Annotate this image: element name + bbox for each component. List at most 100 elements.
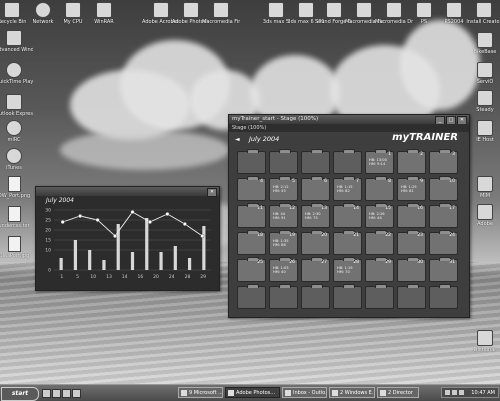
desktop-icon[interactable]: DW_Port.png bbox=[0, 176, 33, 199]
taskbar-button[interactable]: Adobe Photos... bbox=[225, 387, 280, 398]
y-tick-label: 20 bbox=[45, 228, 51, 234]
calendar-day-cell[interactable] bbox=[301, 149, 330, 174]
day-number: 21 bbox=[353, 233, 359, 238]
calendar-day-cell[interactable]: 9 HB: 1:29 HM: 81 bbox=[397, 176, 426, 201]
calendar-day-cell[interactable]: 13 HB: 2:30 HM: 75 bbox=[301, 203, 330, 228]
desktop-icon[interactable]: ServiO bbox=[466, 62, 500, 85]
quicklaunch-ie-icon[interactable] bbox=[52, 389, 61, 398]
close-button[interactable]: ✕ bbox=[207, 188, 217, 197]
calendar-day-cell[interactable] bbox=[397, 284, 426, 309]
desktop-icon[interactable]: QuickTime Player bbox=[0, 62, 33, 85]
quicklaunch-desktop-icon[interactable] bbox=[42, 389, 51, 398]
calendar-day-cell[interactable] bbox=[237, 149, 266, 174]
calendar-day-cell[interactable] bbox=[365, 284, 394, 309]
calendar-day-cell[interactable]: 28 HB: 1:19 HM: 70 bbox=[333, 257, 362, 282]
calendar-day-cell[interactable]: 11 bbox=[237, 203, 266, 228]
day-note: HB: 1:29 HM: 81 bbox=[401, 185, 417, 193]
desktop-icon[interactable]: Steady bbox=[466, 90, 500, 113]
calendar-day-cell[interactable]: 10 bbox=[429, 176, 458, 201]
desktop-icon[interactable]: MIM bbox=[466, 176, 500, 199]
day-number: 16 bbox=[417, 206, 423, 211]
calendar-day-cell[interactable] bbox=[301, 284, 330, 309]
day-tab bbox=[311, 149, 323, 153]
calendar-day-cell[interactable]: 22 bbox=[365, 230, 394, 255]
desktop-icon-label: Outlook Express bbox=[0, 111, 33, 117]
calendar-day-cell[interactable] bbox=[333, 149, 362, 174]
computer-icon bbox=[65, 2, 81, 18]
calendar-header: ◄ July 2004 myTRAINER bbox=[229, 132, 469, 147]
day-number: 5 bbox=[292, 179, 295, 184]
desktop-icon[interactable]: Install Creator bbox=[465, 2, 500, 25]
calendar-day-cell[interactable]: 2 bbox=[397, 149, 426, 174]
taskbar-button[interactable]: 9 Microsoft ... bbox=[178, 387, 223, 398]
taskbar-button[interactable]: 2 Director bbox=[377, 387, 419, 398]
desktop-icon[interactable]: undercss.txt bbox=[0, 206, 33, 229]
desktop-icon[interactable]: IE Host bbox=[466, 120, 500, 143]
day-note: HB: 13:00 HM: 9:14 bbox=[369, 158, 387, 166]
mytrainer-window[interactable]: myTrainer_start - Stage (100%) _ □ ✕ Sta… bbox=[228, 114, 470, 318]
taskbar-button[interactable]: 2 Windows E... bbox=[329, 387, 375, 398]
start-button[interactable]: start bbox=[1, 387, 39, 401]
calendar-day-cell[interactable]: 31 bbox=[429, 257, 458, 282]
calendar-day-cell[interactable]: 4 bbox=[237, 176, 266, 201]
calendar-day-cell[interactable]: 16 bbox=[397, 203, 426, 228]
calendar-day-cell[interactable]: 8 bbox=[365, 176, 394, 201]
chart-line-point bbox=[130, 209, 135, 214]
desktop-icon[interactable]: WinRAR bbox=[85, 2, 123, 25]
clock[interactable]: 10:47 AM bbox=[471, 388, 495, 398]
calendar-day-cell[interactable]: 3 bbox=[429, 149, 458, 174]
desktop-icon[interactable]: Macromedia Fireworks 4.0 bbox=[202, 2, 240, 25]
calendar-day-cell[interactable]: 18 bbox=[237, 230, 266, 255]
quicklaunch-media-icon[interactable] bbox=[72, 389, 81, 398]
text-file-icon bbox=[7, 206, 21, 222]
calendar-day-cell[interactable] bbox=[237, 284, 266, 309]
chart-line-point bbox=[200, 234, 205, 239]
calendar-day-cell[interactable]: 23 bbox=[397, 230, 426, 255]
desktop-icon[interactable]: Advanced WindowsM... bbox=[0, 30, 33, 53]
calendar-day-cell[interactable]: 20 bbox=[301, 230, 330, 255]
calendar-day-cell[interactable] bbox=[269, 284, 298, 309]
calendar-day-cell[interactable]: 17 bbox=[429, 203, 458, 228]
chart-window[interactable]: ✕ July 2004 0 10 15 20 25 30 1 5 10 13 14 16 20 24 28 2… bbox=[35, 186, 220, 291]
calendar-day-cell[interactable]: 15 HB: 2:26 HM: 44 bbox=[365, 203, 394, 228]
calendar-day-cell[interactable] bbox=[333, 284, 362, 309]
chart-bar bbox=[202, 226, 206, 270]
calendar-day-cell[interactable]: 26 HB: 1:03 HM: 40 bbox=[269, 257, 298, 282]
chart-window-titlebar[interactable]: ✕ bbox=[36, 187, 219, 197]
calendar-day-cell[interactable] bbox=[429, 284, 458, 309]
calendar-day-cell[interactable]: 14 bbox=[333, 203, 362, 228]
calendar-day-cell[interactable]: 27 bbox=[301, 257, 330, 282]
calendar-day-cell[interactable]: 19 HB: 1:35 HM: 88 bbox=[269, 230, 298, 255]
quicklaunch-outlook-icon[interactable] bbox=[62, 389, 71, 398]
calendar-day-cell[interactable]: 7 HB: 1:15 HM: 82 bbox=[333, 176, 362, 201]
desktop-icon[interactable]: mIRC bbox=[0, 120, 33, 143]
prev-month-arrow-icon[interactable]: ◄ bbox=[235, 136, 240, 143]
tray-volume-icon[interactable] bbox=[445, 390, 450, 395]
desktop-icon[interactable]: iTunes bbox=[0, 148, 33, 171]
desktop-icon[interactable]: DW_Port.jpg bbox=[0, 236, 33, 259]
calendar-day-cell[interactable]: 24 bbox=[429, 230, 458, 255]
mytrainer-titlebar[interactable]: myTrainer_start - Stage (100%) _ □ ✕ bbox=[229, 115, 469, 125]
calendar-day-cell[interactable]: 6 bbox=[301, 176, 330, 201]
chart-line-series bbox=[62, 211, 203, 237]
tray-network-icon[interactable] bbox=[452, 390, 457, 395]
desktop-icon[interactable]: Adobe bbox=[466, 204, 500, 227]
tray-app-icon[interactable] bbox=[459, 390, 464, 395]
calendar-day-cell[interactable]: 30 bbox=[397, 257, 426, 282]
calendar-day-cell[interactable]: 5 HB: 2:12 HM: 55 bbox=[269, 176, 298, 201]
calendar-day-cell[interactable]: 29 bbox=[365, 257, 394, 282]
day-tab bbox=[439, 149, 451, 153]
desktop-icon[interactable]: BikeBase bbox=[466, 32, 500, 55]
calendar-day-cell[interactable]: 21 bbox=[333, 230, 362, 255]
desktop-icon[interactable]: Outlook Express bbox=[0, 94, 33, 117]
chart-bar bbox=[145, 218, 149, 270]
calendar-day-cell[interactable] bbox=[269, 149, 298, 174]
chart-bar bbox=[159, 252, 163, 270]
taskbar-button[interactable]: Inbox - Outlo... bbox=[282, 387, 327, 398]
calendar-day-cell[interactable]: 12 HB: 44 HM: 91 bbox=[269, 203, 298, 228]
calendar-day-cell[interactable]: 25 bbox=[237, 257, 266, 282]
chart-line-point bbox=[182, 222, 187, 227]
calendar-day-cell[interactable]: 1 HB: 13:00 HM: 9:14 bbox=[365, 149, 394, 174]
y-tick-label: 10 bbox=[45, 248, 51, 254]
desktop-icon[interactable]: Dictionar bbox=[466, 330, 500, 353]
